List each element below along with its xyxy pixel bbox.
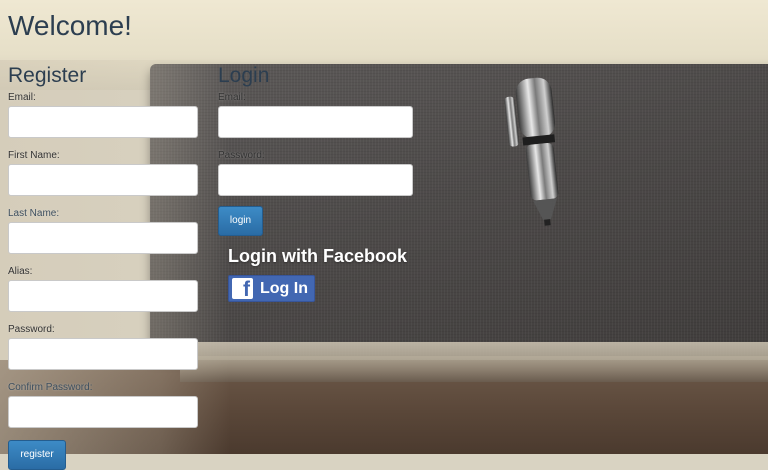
register-alias-label: Alias:	[8, 266, 33, 277]
register-form: Register Email: First Name: Last Name: A…	[8, 64, 198, 470]
page-title: Welcome!	[8, 10, 132, 41]
facebook-login-label: Log In	[260, 279, 308, 297]
register-button[interactable]: register	[8, 440, 66, 470]
register-confirm-password-field[interactable]	[8, 396, 198, 428]
register-first-name-label: First Name:	[8, 150, 60, 161]
register-email-label: Email:	[8, 92, 36, 103]
register-last-name-field[interactable]	[8, 222, 198, 254]
register-last-name-label: Last Name:	[8, 208, 60, 219]
register-alias-field[interactable]	[8, 280, 198, 312]
register-heading: Register	[8, 64, 87, 87]
register-password-label: Password:	[8, 324, 55, 335]
login-form: Login Email: Password: login	[218, 64, 414, 236]
login-password-field[interactable]	[218, 164, 413, 196]
register-confirm-password-label: Confirm Password:	[8, 382, 93, 393]
facebook-login-button[interactable]: f Log In	[228, 275, 315, 302]
login-password-label: Password:	[218, 150, 265, 161]
page-content: Welcome! Register Email: First Name: Las…	[0, 0, 768, 470]
facebook-logo-glyph: f	[243, 278, 250, 299]
register-password-field[interactable]	[8, 338, 198, 370]
login-email-label: Email:	[218, 92, 246, 103]
login-email-field[interactable]	[218, 106, 413, 138]
login-button[interactable]: login	[218, 206, 263, 236]
facebook-login-heading: Login with Facebook	[228, 246, 407, 266]
facebook-icon: f	[232, 278, 253, 299]
register-email-field[interactable]	[8, 106, 198, 138]
register-first-name-field[interactable]	[8, 164, 198, 196]
login-heading: Login	[218, 64, 270, 87]
